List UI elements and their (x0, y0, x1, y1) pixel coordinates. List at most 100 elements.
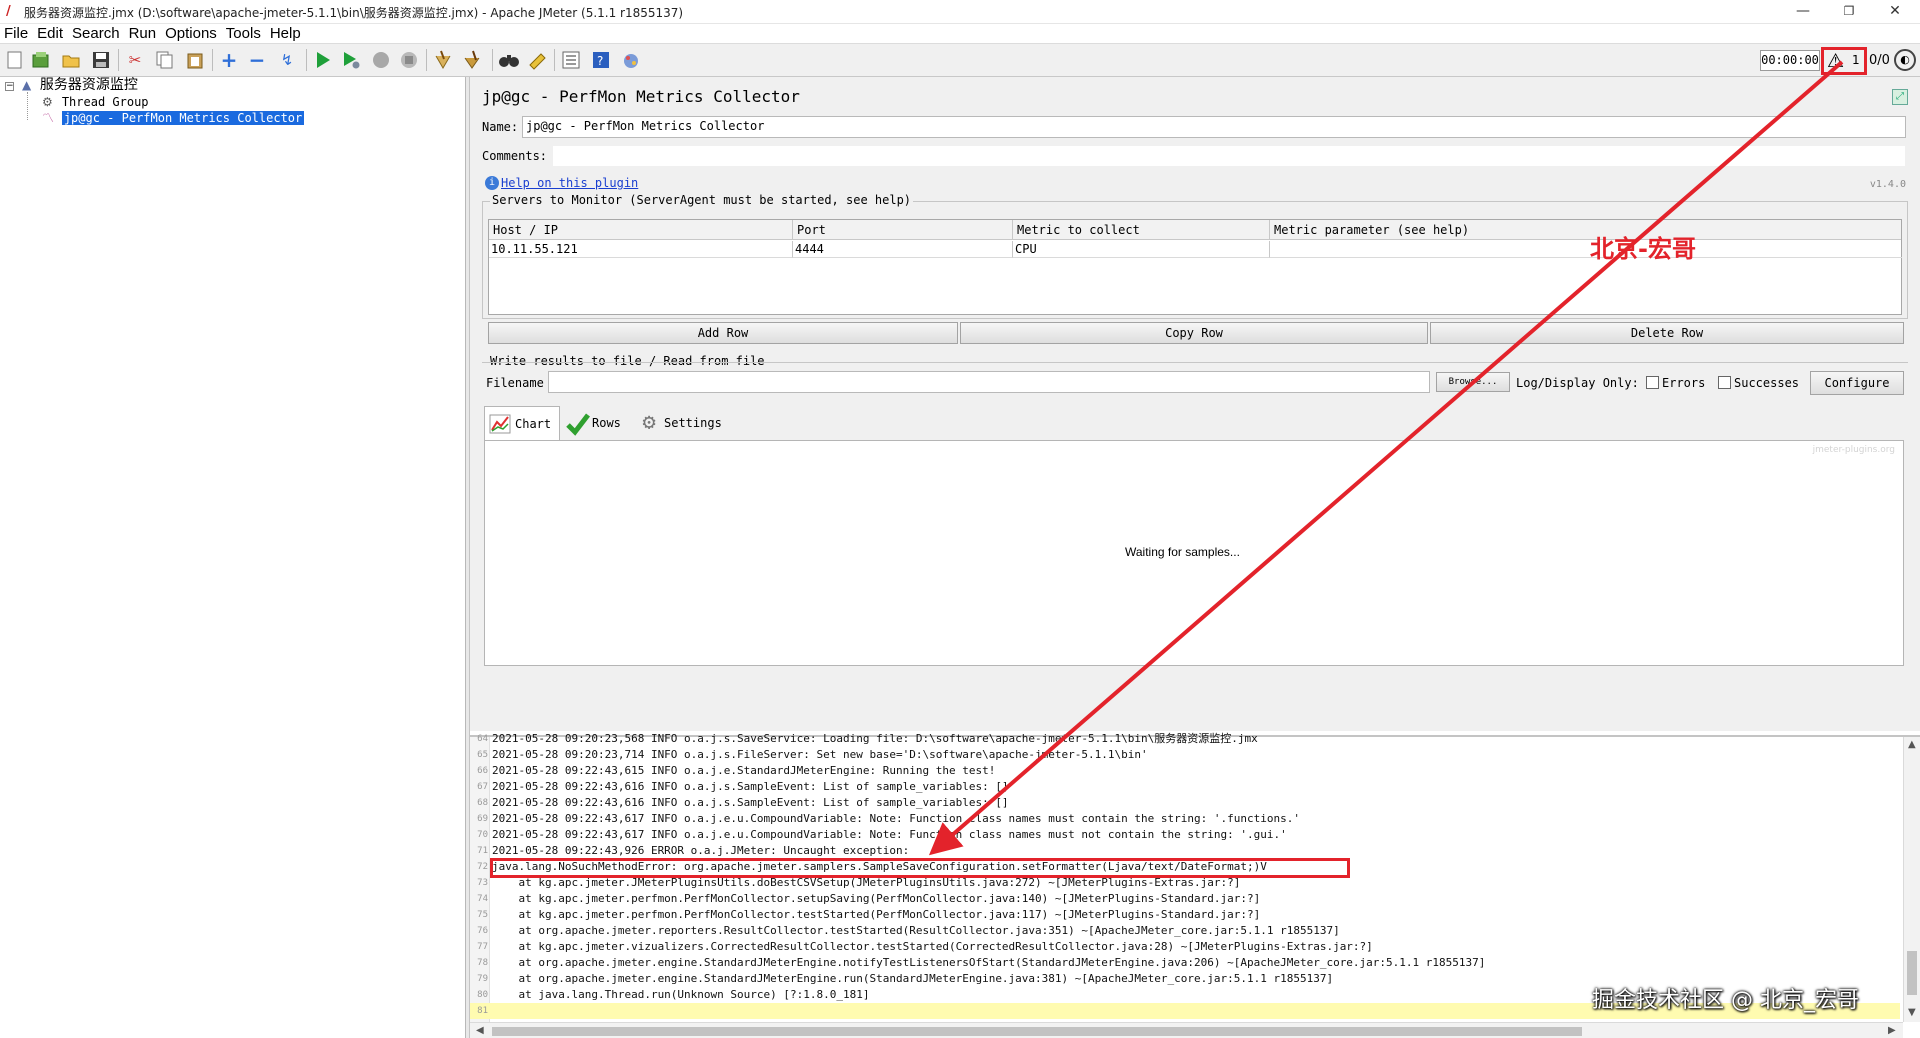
new-icon[interactable] (4, 49, 26, 71)
menu-run[interactable]: Run (125, 24, 162, 43)
window-title: 服务器资源监控.jmx (D:\software\apache-jmeter-5… (24, 6, 684, 20)
chart-status-message: Waiting for samples... (1125, 545, 1240, 559)
tree-connector-line (27, 92, 28, 120)
start-icon[interactable] (312, 49, 334, 71)
filename-field[interactable] (548, 371, 1430, 393)
chart-watermark: jmeter-plugins.org (1812, 445, 1895, 455)
cut-icon[interactable]: ✂ (124, 49, 146, 71)
log-line-text: at kg.apc.jmeter.perfmon.PerfMonCollecto… (492, 908, 1261, 921)
configure-button[interactable]: Configure (1810, 371, 1904, 395)
browse-button[interactable]: Browse... (1436, 372, 1510, 392)
shutdown-icon[interactable] (398, 49, 420, 71)
log-line: 75 at kg.apc.jmeter.perfmon.PerfMonColle… (470, 907, 1900, 923)
cell-port[interactable]: 4444 (793, 241, 1013, 258)
expand-panel-icon[interactable]: ⤢ (1892, 89, 1908, 105)
menu-options[interactable]: Options (161, 24, 222, 43)
restore-button[interactable]: ❐ (1826, 0, 1872, 24)
successes-checkbox[interactable] (1718, 376, 1731, 389)
author-annotation: 北京-宏哥 (1590, 235, 1696, 263)
log-line-text: at org.apache.jmeter.reporters.ResultCol… (492, 924, 1340, 937)
log-horizontal-scrollbar[interactable]: ◀ ▶ (470, 1022, 1903, 1038)
perfmon-chart-icon: 〽 (42, 111, 55, 125)
copy-icon[interactable] (154, 49, 176, 71)
errors-checkbox[interactable] (1646, 376, 1659, 389)
log-vertical-scrollbar[interactable]: ▲ ▼ (1903, 737, 1920, 1022)
remote-engines-icon[interactable]: ◐ (1894, 49, 1916, 71)
delete-row-button[interactable]: Delete Row (1430, 322, 1904, 344)
scroll-down-icon[interactable]: ▼ (1908, 1007, 1916, 1018)
tree-collapse-toggle[interactable]: − (5, 82, 14, 91)
toggle-icon[interactable]: ↯ (276, 49, 298, 71)
log-line: 69 2021-05-28 09:22:43,617 INFO o.a.j.e.u… (470, 811, 1900, 827)
clear-all-icon[interactable] (462, 49, 484, 71)
successes-label: Successes (1734, 376, 1800, 390)
log-line: 78 at org.apache.jmeter.engine.StandardJ… (470, 955, 1900, 971)
scroll-right-icon[interactable]: ▶ (1888, 1025, 1896, 1036)
help-icon[interactable]: ? (590, 49, 612, 71)
tree-node-perfmon[interactable]: 〽 jp@gc - PerfMon Metrics Collector (42, 110, 305, 126)
open-icon[interactable] (60, 49, 82, 71)
logger-icon[interactable] (620, 49, 642, 71)
log-line-text: 2021-05-28 09:20:23,568 INFO o.a.j.s.Sav… (492, 732, 1258, 745)
start-no-pause-icon[interactable] (340, 49, 362, 71)
search-icon[interactable] (498, 49, 520, 71)
tab-label: Chart (515, 417, 552, 431)
warning-count: 1 (1852, 53, 1860, 67)
scroll-up-icon[interactable]: ▲ (1908, 739, 1916, 750)
add-row-button[interactable]: Add Row (488, 322, 958, 344)
help-plugin-link[interactable]: i Help on this plugin (485, 176, 638, 190)
copy-row-button[interactable]: Copy Row (960, 322, 1428, 344)
expand-icon[interactable]: + (218, 48, 240, 72)
log-line-number: 65 (477, 750, 488, 760)
stop-icon[interactable] (370, 49, 392, 71)
menu-tools[interactable]: Tools (222, 24, 266, 43)
warning-icon[interactable]: ⚠ (1827, 51, 1849, 71)
log-line-text: 2021-05-28 09:22:43,926 ERROR o.a.j.JMet… (492, 844, 910, 857)
log-line-text: 2021-05-28 09:22:43,617 INFO o.a.j.e.u.C… (492, 828, 1287, 841)
info-icon: i (485, 176, 499, 190)
toolbar-separator (492, 49, 493, 71)
name-field[interactable]: jp@gc - PerfMon Metrics Collector (522, 116, 1906, 138)
menu-edit[interactable]: Edit (33, 24, 68, 43)
column-metric-param[interactable]: Metric parameter (see help) (1270, 220, 1902, 239)
tab-chart[interactable]: Chart (484, 406, 560, 440)
cell-host[interactable]: 10.11.55.121 (489, 241, 793, 258)
save-icon[interactable] (90, 49, 112, 71)
clear-icon[interactable] (432, 49, 454, 71)
column-metric[interactable]: Metric to collect (1013, 220, 1270, 239)
tab-label: Rows (592, 416, 621, 430)
scroll-left-icon[interactable]: ◀ (476, 1025, 484, 1036)
tree-node-test-plan[interactable]: ▲ 服务器资源监控 (22, 77, 138, 93)
menu-file[interactable]: File (0, 24, 33, 43)
templates-icon[interactable] (30, 49, 52, 71)
menu-help[interactable]: Help (266, 24, 306, 43)
cell-metric-param[interactable] (1270, 241, 1902, 258)
reset-search-icon[interactable] (526, 49, 548, 71)
tab-settings[interactable]: ⚙ Settings (634, 406, 724, 440)
tree-node-thread-group[interactable]: ⚙ Thread Group (42, 94, 149, 110)
column-port[interactable]: Port (793, 220, 1013, 239)
close-button[interactable]: ✕ (1872, 0, 1918, 24)
comments-label: Comments: (482, 149, 548, 163)
log-line: 65 2021-05-28 09:20:23,714 INFO o.a.j.s.F… (470, 747, 1900, 763)
log-line: 68 2021-05-28 09:22:43,616 INFO o.a.j.s.S… (470, 795, 1900, 811)
vertical-scroll-thumb[interactable] (1907, 951, 1917, 995)
log-line-text: 2021-05-28 09:22:43,615 INFO o.a.j.e.Sta… (492, 764, 996, 777)
toolbar-separator (306, 49, 307, 71)
log-line-number: 81 (477, 1006, 488, 1016)
log-line: 64 2021-05-28 09:20:23,568 INFO o.a.j.s.S… (470, 731, 1900, 747)
menu-search[interactable]: Search (68, 24, 125, 43)
cell-metric[interactable]: CPU (1013, 241, 1270, 258)
function-helper-icon[interactable] (560, 49, 582, 71)
paste-icon[interactable] (184, 49, 206, 71)
comments-field[interactable] (552, 145, 1906, 167)
log-line-number: 79 (477, 974, 488, 984)
tab-rows[interactable]: Rows (562, 406, 632, 440)
collapse-icon[interactable]: − (246, 48, 268, 72)
column-host[interactable]: Host / IP (489, 220, 793, 239)
horizontal-scroll-thumb[interactable] (492, 1027, 1582, 1036)
jmeter-feather-icon: / (6, 4, 11, 19)
elapsed-timer: 00:00:00 (1760, 50, 1820, 71)
minimize-button[interactable]: — (1780, 0, 1826, 24)
log-display-only-label: Log/Display Only: (1516, 376, 1639, 390)
